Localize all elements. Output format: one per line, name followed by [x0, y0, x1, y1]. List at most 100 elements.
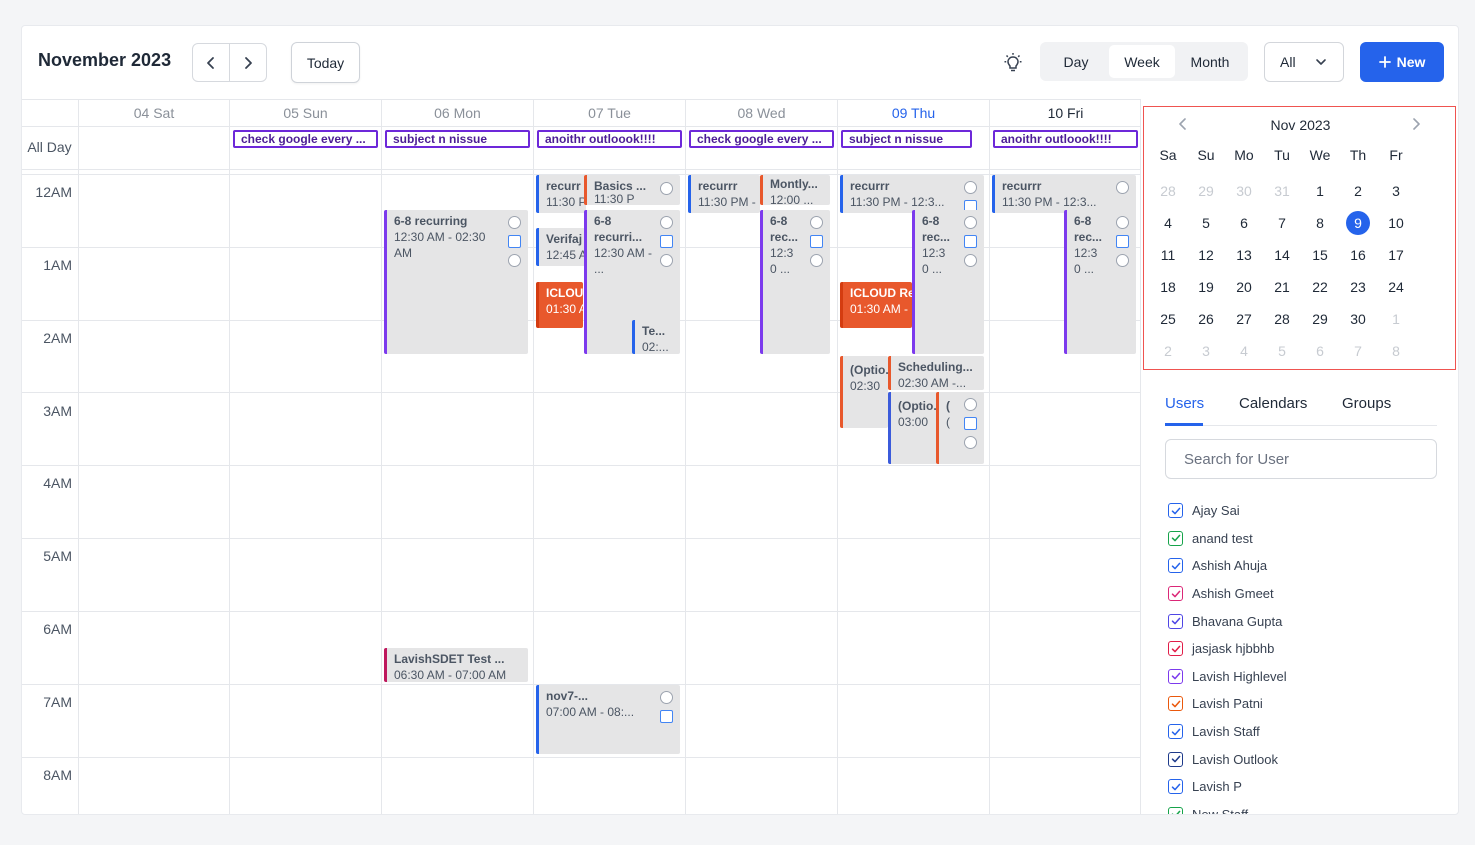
user-checkbox[interactable] [1168, 724, 1183, 740]
event-card[interactable]: LavishSDET Test ... 06:30 AM - 07:00 AM [384, 648, 528, 682]
day-header-wed[interactable]: 08 Wed [685, 100, 837, 126]
user-item[interactable]: Lavish Patni [1168, 690, 1438, 718]
mini-calendar-day[interactable]: 31 [1263, 179, 1301, 203]
user-checkbox[interactable] [1168, 503, 1183, 519]
event-card[interactable]: Basics ... 11:30 P [584, 175, 680, 205]
mini-calendar-day[interactable]: 15 [1301, 243, 1339, 267]
tab-users[interactable]: Users [1165, 395, 1204, 412]
mini-calendar-day[interactable]: 2 [1149, 339, 1187, 363]
mini-calendar-day[interactable]: 10 [1377, 211, 1415, 235]
mini-calendar-day[interactable]: 3 [1187, 339, 1225, 363]
view-week-button[interactable]: Week [1109, 45, 1175, 78]
all-day-event[interactable]: check google every ... [233, 130, 378, 148]
mini-calendar-day[interactable]: 19 [1187, 275, 1225, 299]
event-card[interactable]: (Optio... 02:30 [840, 356, 888, 428]
event-card[interactable]: Scheduling... 02:30 AM -... [888, 356, 984, 390]
user-item[interactable]: Lavish Staff [1168, 718, 1438, 746]
event-card[interactable]: Verifaj 12:45 A [536, 228, 586, 266]
mini-calendar-day[interactable]: 28 [1149, 179, 1187, 203]
user-checkbox[interactable] [1168, 668, 1183, 684]
user-checkbox[interactable] [1168, 779, 1183, 795]
mini-calendar-day[interactable]: 29 [1301, 307, 1339, 331]
event-card[interactable]: 6-8 rec... 12:3 0 ... [912, 210, 984, 354]
mini-calendar-day[interactable]: 18 [1149, 275, 1187, 299]
view-month-button[interactable]: Month [1175, 45, 1245, 78]
event-card[interactable]: ICLOUD Re 01:30 AM - [840, 282, 912, 328]
user-checkbox[interactable] [1168, 641, 1183, 657]
mini-calendar-day[interactable]: 8 [1377, 339, 1415, 363]
user-checkbox[interactable] [1168, 586, 1183, 602]
day-header-fri[interactable]: 10 Fri [989, 100, 1140, 126]
event-card[interactable]: 6-8 recurring 12:30 AM - 02:30 AM [384, 210, 528, 354]
event-card[interactable]: recurrr 11:30 PM - 12:3... [840, 175, 984, 213]
prev-week-button[interactable] [193, 44, 229, 81]
event-card[interactable]: ICLOU 01:30 A [536, 282, 583, 328]
mini-calendar-day[interactable]: 30 [1225, 179, 1263, 203]
event-card[interactable]: Montly... 12:00 ... [760, 175, 830, 205]
user-item[interactable]: anand test [1168, 525, 1438, 553]
user-item[interactable]: Ajay Sai [1168, 497, 1438, 525]
mini-calendar-day[interactable]: 21 [1263, 275, 1301, 299]
mini-calendar-day[interactable]: 12 [1187, 243, 1225, 267]
user-item[interactable]: Lavish Outlook [1168, 745, 1438, 773]
user-checkbox[interactable] [1168, 751, 1183, 767]
tab-calendars[interactable]: Calendars [1239, 395, 1307, 412]
mini-calendar-day[interactable]: 27 [1225, 307, 1263, 331]
event-card[interactable]: Te... 02:... [632, 320, 679, 354]
mini-calendar-day[interactable]: 14 [1263, 243, 1301, 267]
day-header-sun[interactable]: 05 Sun [229, 100, 381, 126]
filter-select[interactable]: All [1264, 42, 1344, 82]
mini-calendar-day-selected[interactable]: 9 [1339, 211, 1377, 235]
mini-calendar-day[interactable]: 3 [1377, 179, 1415, 203]
user-item[interactable]: jasjask hjbbhb [1168, 635, 1438, 663]
mini-calendar-day[interactable]: 25 [1149, 307, 1187, 331]
user-checkbox[interactable] [1168, 558, 1183, 574]
user-checkbox[interactable] [1168, 530, 1183, 546]
mini-calendar-day[interactable]: 8 [1301, 211, 1339, 235]
event-card[interactable]: recurrr 11:30 PM - 12:3... [992, 175, 1136, 213]
next-week-button[interactable] [229, 44, 266, 81]
mini-calendar-day[interactable]: 29 [1187, 179, 1225, 203]
event-card[interactable]: ( ( [936, 392, 984, 464]
day-header-thu[interactable]: 09 Thu [837, 100, 989, 126]
mini-calendar-day[interactable]: 4 [1149, 211, 1187, 235]
all-day-event[interactable]: subject n nissue [841, 130, 972, 148]
mini-calendar-day[interactable]: 26 [1187, 307, 1225, 331]
event-card[interactable]: nov7-... 07:00 AM - 08:... [536, 685, 680, 754]
user-search-input[interactable] [1165, 439, 1437, 479]
user-checkbox[interactable] [1168, 696, 1183, 712]
day-header-tue[interactable]: 07 Tue [533, 100, 685, 126]
user-item[interactable]: Bhavana Gupta [1168, 607, 1438, 635]
today-button[interactable]: Today [291, 42, 360, 83]
user-item[interactable]: New Staff [1168, 801, 1438, 814]
view-day-button[interactable]: Day [1043, 45, 1109, 78]
event-card[interactable]: 6-8 rec... 12:3 0 ... [1064, 210, 1136, 354]
mini-calendar-day[interactable]: 6 [1225, 211, 1263, 235]
event-card[interactable]: 6-8 rec... 12:3 0 ... [760, 210, 830, 354]
user-item[interactable]: Ashish Gmeet [1168, 580, 1438, 608]
mini-calendar-day[interactable]: 28 [1263, 307, 1301, 331]
user-item[interactable]: Lavish Highlevel [1168, 663, 1438, 691]
user-item[interactable]: Ashish Ahuja [1168, 552, 1438, 580]
new-event-button[interactable]: New [1360, 42, 1444, 82]
mini-calendar-day[interactable]: 1 [1377, 307, 1415, 331]
mini-calendar-day[interactable]: 22 [1301, 275, 1339, 299]
day-header-mon[interactable]: 06 Mon [381, 100, 533, 126]
mini-calendar-day[interactable]: 1 [1301, 179, 1339, 203]
mini-calendar-day[interactable]: 17 [1377, 243, 1415, 267]
tab-groups[interactable]: Groups [1342, 395, 1391, 412]
mini-calendar-day[interactable]: 16 [1339, 243, 1377, 267]
all-day-event[interactable]: subject n nissue [385, 130, 530, 148]
lightbulb-icon[interactable] [1002, 52, 1024, 74]
mini-calendar-day[interactable]: 2 [1339, 179, 1377, 203]
all-day-event[interactable]: anoithr outloook!!!! [993, 130, 1138, 148]
user-checkbox[interactable] [1168, 806, 1183, 814]
user-item[interactable]: Lavish P [1168, 773, 1438, 801]
mini-calendar-day[interactable]: 7 [1263, 211, 1301, 235]
all-day-event[interactable]: anoithr outloook!!!! [537, 130, 682, 148]
mini-calendar-day[interactable]: 23 [1339, 275, 1377, 299]
mini-calendar-day[interactable]: 24 [1377, 275, 1415, 299]
event-card[interactable]: recurr 11:30 P [536, 175, 586, 213]
user-checkbox[interactable] [1168, 613, 1183, 629]
mini-calendar-day[interactable]: 13 [1225, 243, 1263, 267]
